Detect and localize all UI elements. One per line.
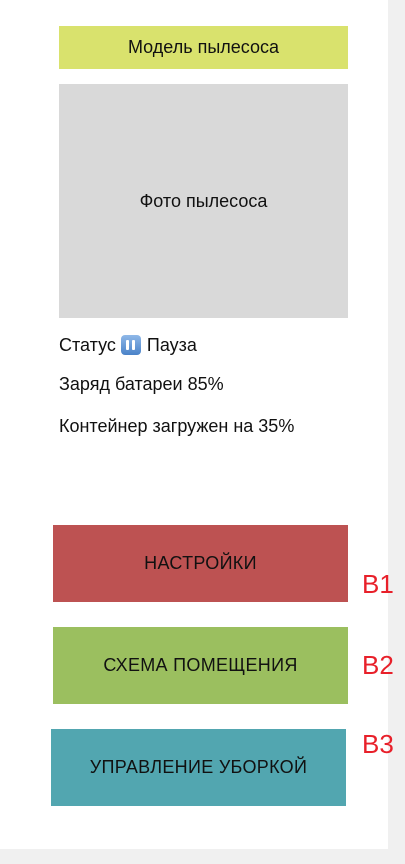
vacuum-photo-label: Фото пылесоса [139,190,268,211]
vacuum-control-panel: Модель пылесоса Фото пылесоса Статус Пау… [0,0,394,849]
settings-button-label: НАСТРОЙКИ [144,553,257,573]
vacuum-model-title: Модель пылесоса [59,26,348,69]
cleaning-control-button-label: УПРАВЛЕНИЕ УБОРКОЙ [89,757,308,777]
vacuum-model-label: Модель пылесоса [127,37,280,57]
button-tag-b3: B3 [362,729,394,759]
pause-icon [120,335,141,355]
status-line: Статус Пауза [59,334,197,356]
container-status: Контейнер загружен на 35% [59,416,295,436]
status-value: Пауза [146,335,197,355]
room-map-button[interactable]: СХЕМА ПОМЕЩЕНИЯ [53,627,348,704]
cleaning-control-button[interactable]: УПРАВЛЕНИЕ УБОРКОЙ [51,729,346,806]
button-tag-b1: B1 [362,569,394,599]
button-tag-b2: B2 [362,650,394,680]
battery-status: Заряд батареи 85% [59,374,224,394]
status-label: Статус [59,335,116,355]
vacuum-photo-placeholder: Фото пылесоса [59,84,348,318]
room-map-button-label: СХЕМА ПОМЕЩЕНИЯ [103,655,298,675]
settings-button[interactable]: НАСТРОЙКИ [53,525,348,602]
